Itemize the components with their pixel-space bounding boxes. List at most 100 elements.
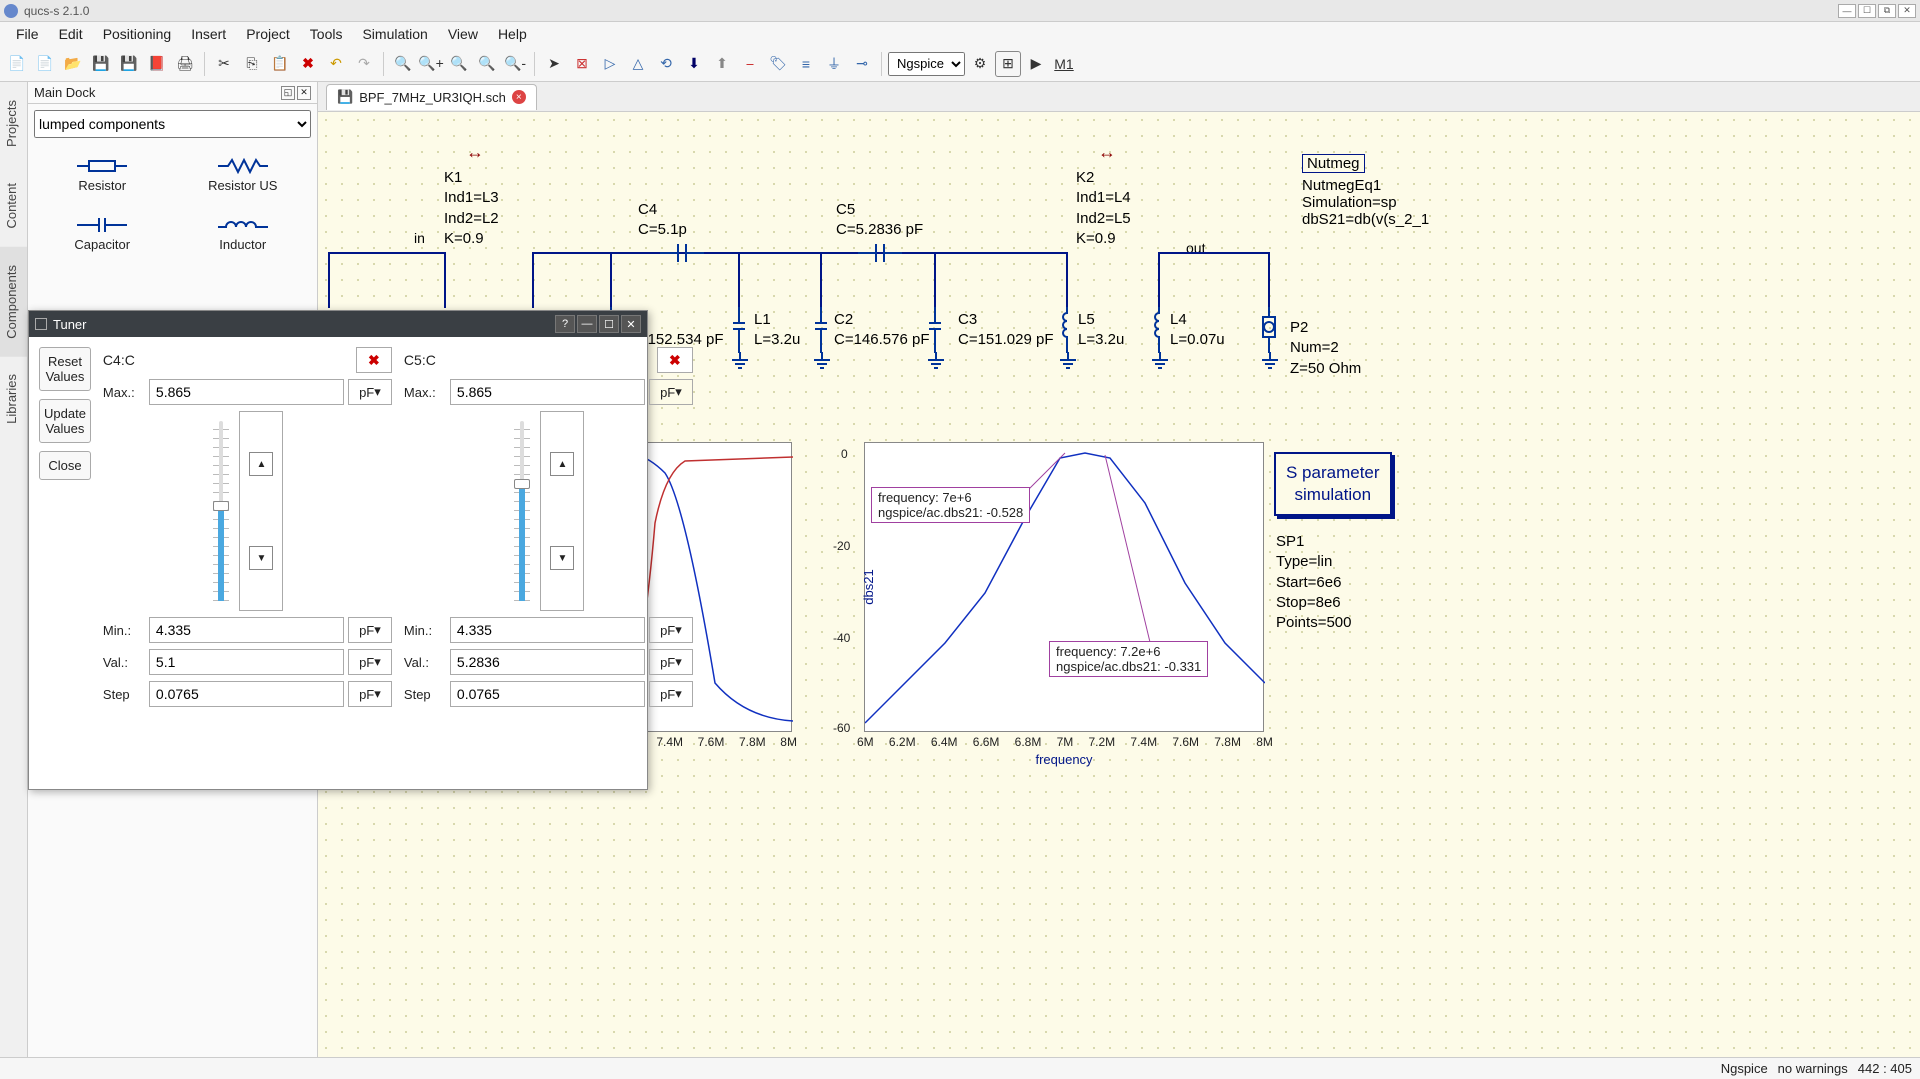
param-slider-c5[interactable] [512,421,532,601]
tuner-maximize-button[interactable]: ☐ [599,315,619,333]
param-val-c5[interactable] [450,649,645,675]
param-max-c4[interactable] [149,379,344,405]
ground-icon[interactable]: ⏚ [821,51,847,77]
param-val-unit-c4[interactable]: pF ▾ [348,649,392,675]
sidetab-libraries[interactable]: Libraries [0,356,27,442]
param-step-down-c5[interactable]: ▼ [550,546,574,570]
label-c4[interactable]: C4 C=5.1p [638,200,687,241]
param-max-unit-c5[interactable]: pF ▾ [649,379,693,405]
pointer-icon[interactable]: ➤ [541,51,567,77]
close-file-icon[interactable]: 📕 [144,51,170,77]
param-step-unit-c5[interactable]: pF ▾ [649,681,693,707]
run-icon[interactable]: ▶ [1023,51,1049,77]
update-values-button[interactable]: Update Values [39,399,91,443]
redo-icon[interactable]: ↷ [351,51,377,77]
component-capacitor[interactable]: Capacitor [34,205,171,260]
close-window-button[interactable]: ✕ [1898,4,1916,18]
param-delete-c4[interactable]: ✖ [356,347,392,373]
label-l1[interactable]: L1 L=3.2u [754,310,800,351]
label-k1[interactable]: K1 Ind1=L3 Ind2=L2 K=0.9 [444,168,499,249]
label-l4[interactable]: L4 L=0.07u [1170,310,1225,351]
undo-icon[interactable]: ↶ [323,51,349,77]
zoom-fit-icon[interactable]: 🔍 [390,51,416,77]
move-up-icon[interactable]: ⬆ [709,51,735,77]
zoom-in-icon[interactable]: 🔍+ [418,51,444,77]
component-l4-symbol[interactable] [1151,307,1167,356]
reset-values-button[interactable]: Reset Values [39,347,91,391]
sidetab-content[interactable]: Content [0,165,27,247]
param-step-c4[interactable] [149,681,344,707]
menu-insert[interactable]: Insert [181,24,236,44]
zoom-icon[interactable]: 🔍 [474,51,500,77]
param-max-unit-c4[interactable]: pF ▾ [348,379,392,405]
component-inductor[interactable]: Inductor [175,205,312,260]
param-min-c4[interactable] [149,617,344,643]
chart-dbs21[interactable]: dbs21 frequency frequency: 7e+6 ngspice/… [864,442,1264,732]
param-step-c5[interactable] [450,681,645,707]
minimize-button[interactable]: — [1838,4,1856,18]
new-text-icon[interactable]: 📄 [32,51,58,77]
chart-marker-2[interactable]: frequency: 7.2e+6 ngspice/ac.dbs21: -0.3… [1049,641,1208,677]
wire-icon[interactable]: ⎯ [737,51,763,77]
sidetab-projects[interactable]: Projects [0,82,27,165]
tuner-minimize-button[interactable]: — [577,315,597,333]
dock-float-icon[interactable]: ◱ [281,86,295,100]
param-min-unit-c4[interactable]: pF ▾ [348,617,392,643]
component-p2-symbol[interactable] [1261,307,1277,356]
delete-icon[interactable]: ✖ [295,51,321,77]
sp-simulation-block[interactable]: S parameter simulation [1274,452,1392,516]
wire-label-icon[interactable]: 🏷 [765,51,791,77]
restore-button[interactable]: ⧉ [1878,4,1896,18]
file-tab[interactable]: 💾 BPF_7MHz_UR3IQH.sch × [326,84,537,110]
label-c3[interactable]: C3 C=151.029 pF [958,310,1054,351]
label-k2[interactable]: K2 Ind1=L4 Ind2=L5 K=0.9 [1076,168,1131,249]
param-step-up-c4[interactable]: ▲ [249,452,273,476]
menu-view[interactable]: View [438,24,488,44]
component-c4-symbol[interactable] [660,240,704,269]
param-step-unit-c4[interactable]: pF ▾ [348,681,392,707]
new-file-icon[interactable]: 📄 [4,51,30,77]
menu-positioning[interactable]: Positioning [93,24,182,44]
menu-tools[interactable]: Tools [300,24,353,44]
tuner-help-button[interactable]: ? [555,315,575,333]
deactivate-icon[interactable]: ⊠ [569,51,595,77]
maximize-button[interactable]: ☐ [1858,4,1876,18]
label-c5[interactable]: C5 C=5.2836 pF [836,200,923,241]
mirror-v-icon[interactable]: △ [625,51,651,77]
menu-help[interactable]: Help [488,24,537,44]
tuner-titlebar[interactable]: Tuner ? — ☐ ✕ [29,311,647,337]
param-step-down-c4[interactable]: ▼ [249,546,273,570]
nutmeg-equation-block[interactable]: Nutmeg NutmegEq1 Simulation=sp dbS21=db(… [1302,154,1429,228]
label-p2[interactable]: P2 Num=2 Z=50 Ohm [1290,318,1361,379]
chart-marker-1[interactable]: frequency: 7e+6 ngspice/ac.dbs21: -0.528 [871,487,1030,523]
label-l5[interactable]: L5 L=3.2u [1078,310,1124,351]
label-c2[interactable]: C2 C=146.576 pF [834,310,930,351]
port-icon[interactable]: ⊸ [849,51,875,77]
menu-project[interactable]: Project [236,24,300,44]
move-down-icon[interactable]: ⬇ [681,51,707,77]
menu-simulation[interactable]: Simulation [352,24,437,44]
param-slider-c4[interactable] [211,421,231,601]
gear-icon[interactable]: ⚙ [967,51,993,77]
sidetab-components[interactable]: Components [0,247,27,357]
param-step-up-c5[interactable]: ▲ [550,452,574,476]
param-delete-c5[interactable]: ✖ [657,347,693,373]
component-c5-symbol[interactable] [858,240,902,269]
save-all-icon[interactable]: 💾 [116,51,142,77]
rotate-icon[interactable]: ⟲ [653,51,679,77]
save-icon[interactable]: 💾 [88,51,114,77]
param-max-c5[interactable] [450,379,645,405]
simulator-select[interactable]: Ngspice [888,52,965,76]
sp-body[interactable]: SP1 Type=lin Start=6e6 Stop=8e6 Points=5… [1276,532,1351,633]
close-tuner-button[interactable]: Close [39,451,91,480]
component-resistor[interactable]: Resistor [34,146,171,201]
tune-icon[interactable]: ⊞ [995,51,1021,77]
print-icon[interactable]: 🖨 [172,51,198,77]
component-category-select[interactable]: lumped components [34,110,311,138]
net-label-in[interactable]: in [414,230,425,246]
file-tab-close-icon[interactable]: × [512,90,526,104]
component-l5-symbol[interactable] [1059,307,1075,356]
param-val-unit-c5[interactable]: pF ▾ [649,649,693,675]
dock-close-icon[interactable]: ✕ [297,86,311,100]
paste-icon[interactable]: 📋 [267,51,293,77]
